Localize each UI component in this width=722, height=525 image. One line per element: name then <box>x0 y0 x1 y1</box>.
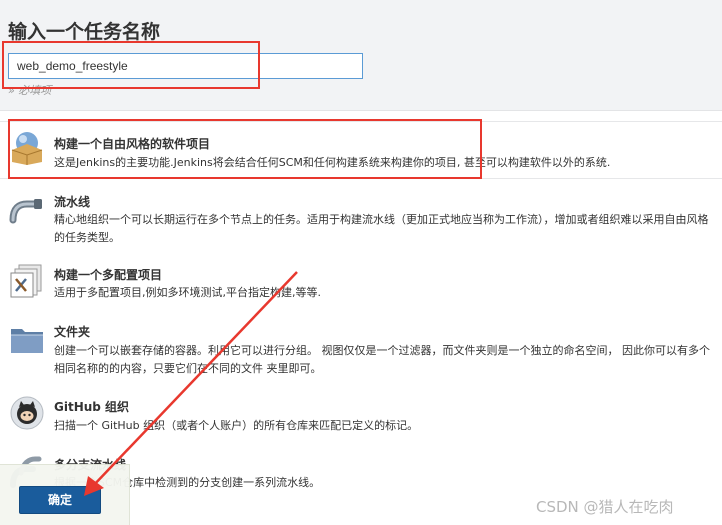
ok-button[interactable]: 确定 <box>19 486 101 514</box>
required-hint: » 必填项 <box>8 84 52 97</box>
pipeline-icon <box>9 199 42 224</box>
github-icon <box>10 396 44 430</box>
freestyle-box-icon <box>11 132 43 165</box>
item-description: 创建一个可以嵌套存储的容器。利用它可以进行分组。 视图仅仅是一个过滤器，而文件夹… <box>54 344 710 375</box>
item-description: 适用于多配置项目,例如多环境测试,平台指定构建,等等. <box>54 286 321 299</box>
watermark: CSDN @猎人在吃肉 <box>536 498 674 516</box>
multi-config-icon <box>10 264 42 298</box>
item-description: 根据一个SCM仓库中检测到的分支创建一系列流水线。 <box>54 476 321 489</box>
name-section: 输入一个任务名称 » 必填项 <box>0 0 722 111</box>
item-description: 精心地组织一个可以长期运行在多个节点上的任务。适用于构建流水线（更加正式地应当称… <box>54 213 709 244</box>
item-folder[interactable]: 文件夹 创建一个可以嵌套存储的容器。利用它可以进行分组。 视图仅仅是一个过滤器，… <box>0 313 722 383</box>
item-title: 文件夹 <box>54 325 91 339</box>
item-pipeline[interactable]: 流水线 精心地组织一个可以长期运行在多个节点上的任务。适用于构建流水线（更加正式… <box>0 184 722 250</box>
item-title: GitHub 组织 <box>54 400 130 414</box>
item-description: 扫描一个 GitHub 组织（或者个人账户）的所有仓库来匹配已定义的标记。 <box>54 419 419 432</box>
item-title: 构建一个自由风格的软件项目 <box>54 137 211 151</box>
task-name-input[interactable] <box>8 53 363 79</box>
page-title: 输入一个任务名称 <box>8 21 161 43</box>
item-title: 流水线 <box>54 195 91 209</box>
item-github-org[interactable]: GitHub 组织 扫描一个 GitHub 组织（或者个人账户）的所有仓库来匹配… <box>0 391 722 441</box>
item-freestyle[interactable]: 构建一个自由风格的软件项目 这是Jenkins的主要功能.Jenkins将会结合… <box>0 121 722 179</box>
folder-icon <box>11 329 43 353</box>
item-multi-config[interactable]: 构建一个多配置项目 适用于多配置项目,例如多环境测试,平台指定构建,等等. <box>0 255 722 305</box>
item-description: 这是Jenkins的主要功能.Jenkins将会结合任何SCM和任何构建系统来构… <box>54 156 611 169</box>
item-title: 构建一个多配置项目 <box>54 268 163 282</box>
